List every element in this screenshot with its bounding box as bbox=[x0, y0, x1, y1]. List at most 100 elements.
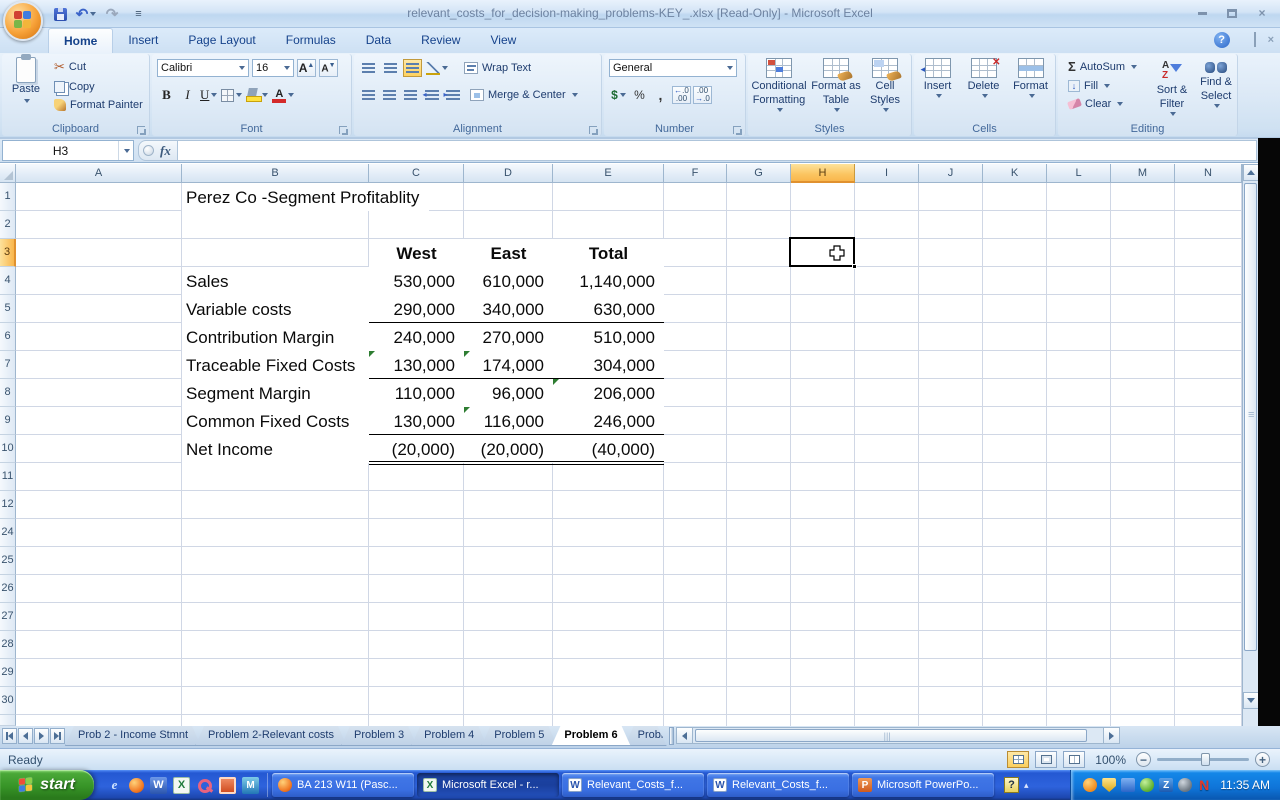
align-bottom-button[interactable] bbox=[403, 59, 422, 77]
sheet-tab-problem-4[interactable]: Problem 4 bbox=[411, 726, 487, 746]
sheet-tab-problem-5[interactable]: Problem 5 bbox=[481, 726, 557, 746]
tray-blue-app-icon[interactable] bbox=[1121, 778, 1135, 792]
cell-styles-button[interactable]: Cell Styles bbox=[862, 54, 908, 126]
align-middle-button[interactable] bbox=[381, 59, 400, 77]
clipboard-dialog-launcher-icon[interactable] bbox=[137, 126, 145, 134]
cell-E5[interactable]: 630,000 bbox=[553, 295, 664, 323]
fill-handle[interactable] bbox=[852, 264, 857, 269]
increase-indent-button[interactable] bbox=[443, 86, 462, 104]
taskbar-button-word[interactable]: WRelevant_Costs_f... bbox=[562, 773, 704, 797]
ribbon-tab-data[interactable]: Data bbox=[351, 28, 406, 53]
decrease-decimal-button[interactable]: .00→.0 bbox=[693, 86, 712, 104]
row-header-26[interactable]: 26 bbox=[0, 575, 16, 603]
tray-gold-shield-icon[interactable] bbox=[1102, 778, 1116, 792]
paste-button[interactable]: Paste bbox=[6, 57, 46, 119]
cell-C10[interactable]: (20,000) bbox=[369, 435, 464, 463]
insert-cells-button[interactable]: Insert bbox=[917, 54, 959, 126]
taskbar-chevron-icon[interactable]: ▴ bbox=[1024, 780, 1029, 791]
column-header-J[interactable]: J bbox=[919, 164, 983, 183]
start-button[interactable]: start bbox=[0, 770, 94, 800]
number-dialog-launcher-icon[interactable] bbox=[733, 126, 741, 134]
orientation-button[interactable] bbox=[425, 59, 449, 77]
row-header-1[interactable]: 1 bbox=[0, 183, 16, 211]
column-header-G[interactable]: G bbox=[727, 164, 791, 183]
taskbar-button-word[interactable]: WRelevant_Costs_f... bbox=[707, 773, 849, 797]
sheet-tab-problem-2-relevant-costs[interactable]: Problem 2-Relevant costs bbox=[195, 726, 347, 746]
row-header-9[interactable]: 9 bbox=[0, 407, 16, 435]
accounting-format-button[interactable]: $ bbox=[609, 86, 628, 104]
tray-gray-volume-icon[interactable] bbox=[1178, 778, 1192, 792]
cell-E7[interactable]: 304,000 bbox=[553, 351, 664, 379]
row-header-4[interactable]: 4 bbox=[0, 267, 16, 295]
fill-button[interactable]: ↓Fill bbox=[1064, 79, 1141, 93]
vertical-scrollbar-thumb[interactable] bbox=[1244, 183, 1257, 651]
column-header-D[interactable]: D bbox=[464, 164, 553, 183]
font-dialog-launcher-icon[interactable] bbox=[339, 126, 347, 134]
column-header-I[interactable]: I bbox=[855, 164, 919, 183]
name-box[interactable]: H3 bbox=[2, 140, 134, 161]
format-cells-button[interactable]: Format bbox=[1009, 54, 1053, 126]
cell-D10[interactable]: (20,000) bbox=[464, 435, 553, 463]
clear-button[interactable]: Clear bbox=[1064, 97, 1141, 111]
taskbar-clock[interactable]: 11:35 AM bbox=[1220, 778, 1270, 792]
taskbar-button-excel[interactable]: XMicrosoft Excel - r... bbox=[417, 773, 559, 797]
row-header-25[interactable]: 25 bbox=[0, 547, 16, 575]
zoom-out-button[interactable]: − bbox=[1136, 752, 1151, 767]
scroll-up-button[interactable] bbox=[1243, 164, 1258, 181]
bold-button[interactable]: B bbox=[157, 86, 176, 104]
selected-cell-H3[interactable] bbox=[789, 237, 855, 267]
cut-button[interactable]: ✂Cut bbox=[50, 58, 147, 76]
sort-filter-button[interactable]: AZ Sort & Filter bbox=[1150, 56, 1194, 128]
underline-button[interactable]: U bbox=[199, 86, 218, 104]
align-left-button[interactable] bbox=[359, 86, 378, 104]
grid-body[interactable]: 12345678910111224252627282930Perez Co -S… bbox=[0, 183, 1242, 726]
column-header-M[interactable]: M bbox=[1111, 164, 1175, 183]
formula-input[interactable] bbox=[178, 140, 1257, 161]
first-sheet-button[interactable] bbox=[2, 728, 17, 744]
sheet-tab-problem-3[interactable]: Problem 3 bbox=[341, 726, 417, 746]
copy-button[interactable]: Copy bbox=[50, 80, 147, 94]
format-painter-button[interactable]: Format Painter bbox=[50, 98, 147, 112]
row-header-24[interactable]: 24 bbox=[0, 519, 16, 547]
column-header-F[interactable]: F bbox=[664, 164, 727, 183]
find-select-button[interactable]: Find & Select bbox=[1194, 56, 1238, 128]
row-header-27[interactable]: 27 bbox=[0, 603, 16, 631]
row-header-3[interactable]: 3 bbox=[0, 239, 16, 267]
sheet-tab-problem-6[interactable]: Problem 6 bbox=[551, 726, 630, 746]
format-as-table-button[interactable]: Format as Table bbox=[810, 54, 862, 126]
cell-C4[interactable]: 530,000 bbox=[369, 267, 464, 295]
column-header-B[interactable]: B bbox=[182, 164, 369, 183]
cell-C3[interactable]: West bbox=[369, 239, 464, 267]
align-right-button[interactable] bbox=[401, 86, 420, 104]
tray-norton-icon[interactable]: N bbox=[1197, 778, 1211, 792]
vertical-scrollbar[interactable] bbox=[1242, 164, 1258, 726]
taskbar-help-icon[interactable]: ? bbox=[1004, 777, 1019, 793]
cell-D8[interactable]: 96,000 bbox=[464, 379, 553, 407]
tab-split-handle[interactable] bbox=[669, 727, 674, 745]
conditional-formatting-button[interactable]: Conditional Formatting bbox=[748, 54, 810, 126]
column-header-K[interactable]: K bbox=[983, 164, 1047, 183]
minimize-button[interactable] bbox=[1192, 6, 1212, 20]
cell-B10[interactable]: Net Income bbox=[182, 435, 369, 463]
cell-E10[interactable]: (40,000) bbox=[553, 435, 664, 463]
name-box-dropdown-icon[interactable] bbox=[118, 141, 133, 160]
column-header-N[interactable]: N bbox=[1175, 164, 1242, 183]
fill-color-button[interactable] bbox=[245, 86, 269, 104]
page-break-view-button[interactable] bbox=[1063, 751, 1085, 768]
cell-E4[interactable]: 1,140,000 bbox=[553, 267, 664, 295]
zoom-level[interactable]: 100% bbox=[1095, 753, 1126, 767]
cell-D3[interactable]: East bbox=[464, 239, 553, 267]
cell-C7[interactable]: 130,000 bbox=[369, 351, 464, 379]
cell-E8[interactable]: 206,000 bbox=[553, 379, 664, 407]
cell-B8[interactable]: Segment Margin bbox=[182, 379, 369, 407]
last-sheet-button[interactable] bbox=[50, 728, 65, 744]
column-header-A[interactable]: A bbox=[16, 164, 182, 183]
sheet-tab-probl[interactable]: Probl bbox=[625, 726, 667, 746]
delete-cells-button[interactable]: Delete bbox=[963, 54, 1005, 126]
autosum-button[interactable]: ΣAutoSum bbox=[1064, 58, 1141, 75]
merge-center-button[interactable]: Merge & Center bbox=[466, 88, 582, 102]
select-all-corner[interactable] bbox=[0, 164, 16, 183]
align-center-button[interactable] bbox=[380, 86, 399, 104]
cell-B1[interactable]: Perez Co -Segment Profitablity bbox=[182, 183, 429, 211]
ribbon-tab-page-layout[interactable]: Page Layout bbox=[173, 28, 270, 53]
